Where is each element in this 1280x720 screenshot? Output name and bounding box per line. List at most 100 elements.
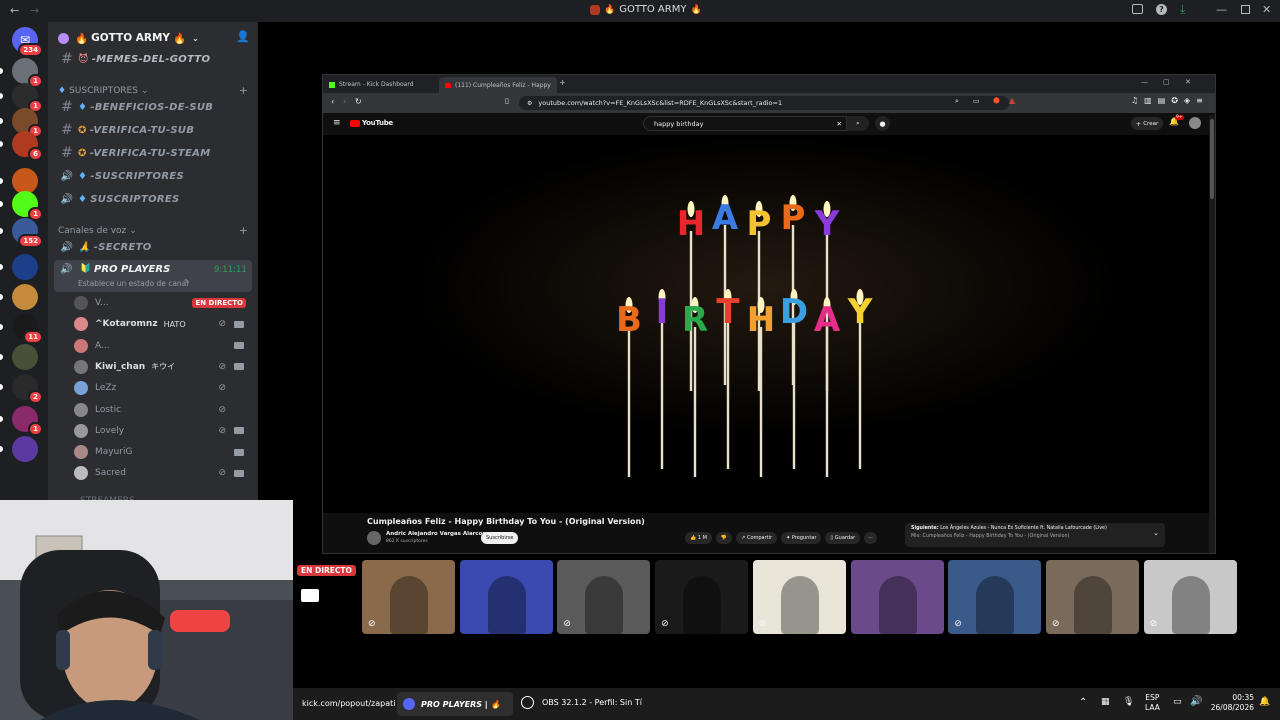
- maximize-icon[interactable]: ▢: [1163, 78, 1170, 86]
- avatar[interactable]: [1189, 117, 1201, 129]
- taskbar-discord-item[interactable]: PRO PLAYERS | 🔥: [397, 692, 513, 716]
- server-icon[interactable]: 1: [12, 191, 43, 221]
- server-icon[interactable]: 11: [12, 314, 43, 344]
- stream-tile[interactable]: ⊘: [1045, 560, 1139, 634]
- tray-app-icon[interactable]: ▦: [1101, 697, 1110, 707]
- server-icon[interactable]: 1: [12, 406, 43, 436]
- server-icon[interactable]: [12, 284, 38, 310]
- tab-youtube-active[interactable]: (111) Cumpleaños Feliz - Happy: [439, 77, 557, 93]
- dislike-button[interactable]: 👎: [715, 532, 733, 544]
- text-channel-item[interactable]: # ✪ -VERIFICA-TU-SUB: [56, 119, 252, 141]
- minimize-icon[interactable]: —: [1216, 3, 1227, 16]
- chevron-down-icon[interactable]: ⌄: [1153, 529, 1159, 537]
- clock[interactable]: 00:35 26/08/2026: [1210, 693, 1254, 713]
- voice-user[interactable]: A...: [74, 336, 248, 356]
- stream-tile[interactable]: ⊘: [1143, 560, 1237, 634]
- server-icon[interactable]: 152: [12, 218, 43, 248]
- server-icon[interactable]: 1: [12, 58, 43, 88]
- dm-home-button[interactable]: ✉ 234: [12, 27, 43, 57]
- search-button[interactable]: ⌕: [847, 116, 869, 131]
- server-icon[interactable]: [12, 344, 38, 370]
- stream-tile[interactable]: ⊘: [362, 560, 455, 634]
- tab-kick-dashboard[interactable]: Stream - Kick Dashboard: [329, 78, 437, 91]
- share-button[interactable]: ↗ Compartir: [736, 532, 778, 544]
- server-icon[interactable]: 1: [12, 83, 43, 113]
- ask-button[interactable]: ✦ Preguntar: [781, 532, 822, 544]
- wallet-icon[interactable]: ▤: [1158, 96, 1166, 105]
- volume-icon[interactable]: 🔊: [1190, 696, 1202, 707]
- voice-status[interactable]: Establece un estado de canal: [78, 279, 188, 288]
- text-channel-item[interactable]: # ✪ -VERIFICA-TU-STEAM: [56, 142, 252, 164]
- stream-tile[interactable]: ⊘: [752, 560, 846, 634]
- bookmark-icon[interactable]: ▯: [505, 97, 509, 105]
- media-icon[interactable]: ♫: [1131, 96, 1138, 105]
- server-icon[interactable]: 2: [12, 374, 43, 404]
- new-tab-icon[interactable]: +: [559, 78, 566, 87]
- scrollbar-thumb[interactable]: [1210, 119, 1214, 199]
- close-icon[interactable]: ✕: [1185, 78, 1191, 86]
- rewards-icon[interactable]: ▲: [1009, 96, 1015, 105]
- download-icon[interactable]: ⤓: [1180, 2, 1185, 17]
- voice-user[interactable]: Kiwi_chan キウイ ⊘: [74, 357, 248, 377]
- screen-share-icon[interactable]: [301, 589, 319, 602]
- subscribe-button[interactable]: Suscribirse: [481, 532, 519, 544]
- back-arrow-icon[interactable]: ←: [10, 4, 19, 17]
- up-next-panel[interactable]: Siguiente: Los Ángeles Azules - Nunca Es…: [905, 523, 1165, 547]
- channel-avatar[interactable]: [367, 531, 381, 545]
- back-icon[interactable]: ‹: [331, 97, 334, 106]
- network-icon[interactable]: ▭: [1173, 697, 1182, 707]
- notifications-icon[interactable]: 🔔: [1259, 697, 1270, 707]
- text-channel-item[interactable]: 🔊 ♦ SUSCRIPTORES: [56, 188, 252, 210]
- microphone-icon[interactable]: 🎙: [1123, 697, 1134, 707]
- maximize-icon[interactable]: [1241, 5, 1250, 14]
- voice-user[interactable]: Lostic ⊘: [74, 400, 248, 420]
- stream-tile[interactable]: ⊘: [948, 560, 1042, 634]
- taskbar-obs-item[interactable]: OBS 32.1.2 - Perfil: Sin Tí: [521, 696, 642, 709]
- clear-search-icon[interactable]: ✕: [837, 120, 842, 128]
- taskbar-browser-item[interactable]: kick.com/popout/zapati: [302, 699, 396, 708]
- active-voice-channel[interactable]: 🔊 🔰 PRO PLAYERS 9:11:11 Establece un est…: [54, 260, 252, 292]
- like-button[interactable]: 👍 1 M: [685, 532, 712, 544]
- edit-pencil-icon[interactable]: ✎: [184, 278, 190, 286]
- sidebar-toggle-icon[interactable]: ▥: [1144, 96, 1152, 105]
- vpn-icon[interactable]: ◈: [1184, 96, 1190, 105]
- create-button[interactable]: + Crear: [1131, 117, 1163, 130]
- youtube-logo[interactable]: YouTube: [350, 119, 393, 127]
- voice-user[interactable]: Lovely ⊘: [74, 421, 248, 441]
- text-channel-item[interactable]: 🔊 ♦ -SUSCRIPTORES: [56, 165, 252, 187]
- more-options-icon[interactable]: ⋯: [864, 532, 878, 544]
- menu-icon[interactable]: ≡: [1196, 96, 1203, 105]
- server-icon[interactable]: [12, 436, 38, 462]
- hamburger-icon[interactable]: ≡: [333, 118, 341, 128]
- brave-shield-icon[interactable]: ⬢: [993, 96, 1000, 105]
- server-header[interactable]: 🔥 GOTTO ARMY 🔥 ⌄: [58, 30, 254, 46]
- scrollbar[interactable]: [1209, 115, 1215, 553]
- help-icon[interactable]: ?: [1156, 4, 1167, 15]
- channel-name[interactable]: Andric Alejandro Vargas Alarcon: [386, 531, 486, 537]
- stream-tile[interactable]: [850, 560, 944, 634]
- zoom-icon[interactable]: ⌕: [955, 97, 959, 106]
- chevron-up-icon[interactable]: ⌃: [1079, 697, 1087, 708]
- forward-arrow-icon[interactable]: →: [30, 4, 39, 17]
- add-member-icon[interactable]: 👤: [236, 30, 250, 43]
- voice-channel-secreto[interactable]: 🔊 🙏 -SECRETO: [56, 236, 252, 258]
- reload-icon[interactable]: ↻: [355, 97, 362, 106]
- minimize-icon[interactable]: —: [1141, 78, 1148, 86]
- input-language[interactable]: ESP LAA: [1145, 693, 1160, 713]
- voice-user[interactable]: LeZz ⊘: [74, 378, 248, 398]
- stream-tile[interactable]: ⊘: [557, 560, 651, 634]
- voice-user[interactable]: Sacred ⊘: [74, 463, 248, 483]
- cast-icon[interactable]: ▭: [973, 97, 980, 105]
- stream-tile[interactable]: ⊘: [655, 560, 749, 634]
- url-input[interactable]: ⚙ youtube.com/watch?v=FE_KnGLsXSc&list=R…: [519, 96, 1009, 110]
- text-channel-item[interactable]: # ♦ -BENEFICIOS-DE-SUB: [56, 96, 252, 118]
- inbox-icon[interactable]: [1132, 4, 1143, 14]
- forward-icon[interactable]: ›: [343, 97, 346, 106]
- channel-memes[interactable]: # 😈 -MEMES-DEL-GOTTO: [56, 48, 252, 70]
- stream-tile[interactable]: [459, 560, 553, 634]
- voice-user[interactable]: ^Kotaromnz HATO ⊘: [74, 314, 248, 334]
- video-player[interactable]: HAPPYBIRTHDAY: [323, 135, 1209, 513]
- voice-user[interactable]: V... EN DIRECTO: [74, 293, 248, 313]
- voice-search-button[interactable]: ●: [875, 116, 890, 131]
- search-input[interactable]: happy birthday ✕: [643, 116, 847, 131]
